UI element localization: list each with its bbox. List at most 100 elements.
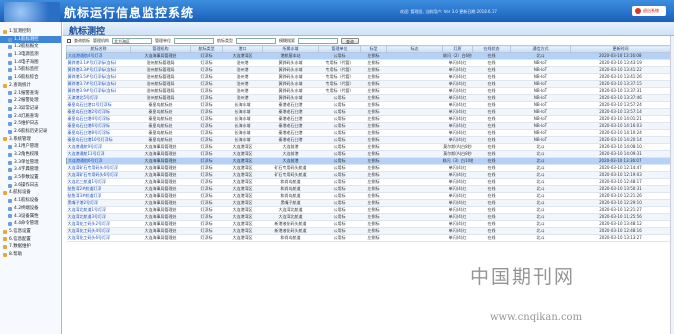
logout-button[interactable]: 退出系统 bbox=[632, 6, 666, 16]
table-row[interactable]: 大连湾化工码头2号灯浮 大连海事局管理处 灯浮标 大连港湾区 新港液化码头航道 公用标 左侧… bbox=[66, 220, 671, 228]
table-cell[interactable]: 大连港通航9号灯浮 bbox=[66, 143, 131, 151]
sidebar-item[interactable]: 3.1用户管理 bbox=[0, 143, 61, 151]
table-row[interactable]: 鲇鱼湾2#航道灯浮 大连海事局管理处 灯浮标 大连港湾区 和尚岛航道 公用标 左侧标 单闪(4… bbox=[66, 185, 671, 193]
table-row[interactable]: 秦皇岛石臼港口号灯浮标 秦皇岛航标处 灯浮标 长海水域 秦港老石臼港 公用标 左侧标 单闪(4… bbox=[66, 101, 671, 109]
sidebar-item[interactable]: 4.4命令管理 bbox=[0, 220, 61, 228]
sidebar-item[interactable]: 2.查询统计 bbox=[0, 82, 61, 90]
sidebar-item[interactable]: 3.4字典管理 bbox=[0, 166, 61, 174]
sidebar-item[interactable]: 2.1报警查询 bbox=[0, 90, 61, 98]
table-row[interactable]: 大连港通航6号灯浮 大连海事局管理处 灯浮标 大连港湾区 大连前港 公用标 左侧标 联闪（3）… bbox=[66, 157, 671, 165]
table-row[interactable]: 大连湾矿石专用码头4号灯浮 大连海事局管理处 灯浮标 大连港湾区 矿石专用码头航道 公用标… bbox=[66, 164, 671, 172]
sidebar-item[interactable]: 3.系统管理 bbox=[0, 136, 61, 144]
table-row[interactable]: 大连北三航道1号灯浮 大连海事局管理处 灯浮标 大连港湾区 和尚岛航道 公用标 左侧标 单闪(… bbox=[66, 178, 671, 186]
sidebar-item[interactable]: 8.帮助 bbox=[0, 251, 61, 259]
sidebar-item[interactable]: 2.6航标历史记录 bbox=[0, 128, 61, 136]
sidebar-item[interactable]: 4.3设备属性 bbox=[0, 213, 61, 221]
sidebar-item[interactable]: 1.2航标报文 bbox=[0, 43, 61, 51]
table-cell[interactable]: 大连湾化工码头6号灯浮 bbox=[66, 234, 131, 242]
column-header[interactable]: 港口 bbox=[222, 45, 263, 53]
sidebar-item[interactable]: 3.5参数设置 bbox=[0, 174, 61, 182]
sidebar-item[interactable]: 1.3电源监测 bbox=[0, 51, 61, 59]
table-cell[interactable]: 黄骅港3.9#号灯浮标(含标) bbox=[66, 87, 131, 95]
table-cell[interactable]: 大连北三航道1号灯浮 bbox=[66, 178, 131, 186]
table-row[interactable]: 鲇鱼湾3#航道灯浮 大连海事局管理处 灯浮标 大连港湾区 和尚岛航道 公用标 左侧标 单闪(4… bbox=[66, 192, 671, 200]
table-row[interactable]: 大连港通航9号灯浮 大连海事局管理处 灯浮标 大连港湾区 大连前港 公用标 左侧标 莫尔斯(A… bbox=[66, 143, 671, 151]
sidebar-item[interactable]: 4.1航标设备 bbox=[0, 197, 61, 205]
table-cell[interactable]: 黄骅港3.1#号灯浮标(含标) bbox=[66, 59, 131, 67]
table-row[interactable]: 大连港通航4号灯浮 大连海事局管理处 灯浮标 大连港湾区 港航基本站 公用标 左侧标 联闪（2… bbox=[66, 52, 671, 60]
type-select[interactable] bbox=[236, 37, 276, 44]
agency-select[interactable] bbox=[174, 37, 214, 44]
table-row[interactable]: 黄骅港3.9#号灯浮标(含标) 沧州航标管理局 灯浮标 沧州港 黄骅码头水域 专用标（代管… bbox=[66, 87, 671, 95]
table-cell[interactable]: 秦皇岛石臼港10号灯浮标 bbox=[66, 136, 131, 144]
table-cell[interactable]: 大连湾北航道1号灯浮 bbox=[66, 206, 131, 214]
sidebar-item[interactable]: 3.3单位管理 bbox=[0, 159, 61, 167]
table-cell[interactable]: 黑嘴子港2号灯浮 bbox=[66, 199, 131, 207]
table-row[interactable]: 大连湾化工码头4号灯浮 大连海事局管理处 灯浮标 大连港湾区 新港液化码头航道 公用标 左侧… bbox=[66, 227, 671, 235]
table-cell[interactable]: 大连港通航6号灯浮 bbox=[66, 157, 131, 165]
sidebar-item[interactable]: 7.数据维护 bbox=[0, 243, 61, 251]
table-cell[interactable]: 秦皇岛石臼港口号灯浮标 bbox=[66, 101, 131, 109]
table-cell[interactable]: 黄骅港3.3#号灯浮标(含标) bbox=[66, 66, 131, 74]
table-row[interactable]: 大连湾北航道1号灯浮 大连海事局管理处 灯浮标 大连港湾区 大连湾北航道 公用标 左侧标 单闪… bbox=[66, 206, 671, 214]
table-row[interactable]: 大连港通航11号灯浮 大连海事局管理处 灯浮标 大连港湾区 大连前港 公用标 左侧标 莫尔斯(… bbox=[66, 150, 671, 158]
column-header[interactable]: 灯质 bbox=[442, 45, 473, 53]
column-header[interactable]: 管理机构 bbox=[130, 45, 191, 53]
sidebar-item[interactable]: 2.5维护日志 bbox=[0, 120, 61, 128]
table-cell[interactable]: 大连湾化工码头2号灯浮 bbox=[66, 220, 131, 228]
table-row[interactable]: 大连湾化工码头6号灯浮 大连海事局管理处 灯浮标 大连港湾区 和尚岛航道 公用标 左侧标 单闪… bbox=[66, 234, 671, 242]
table-row[interactable]: 黄骅港3.1#号灯浮标(含标) 沧州航标管理局 灯浮标 沧州港 黄骅码头水域 专用标（代管… bbox=[66, 59, 671, 67]
sidebar-item[interactable]: 4.2终端设备 bbox=[0, 205, 61, 213]
sidebar-item[interactable]: 2.2报警处理 bbox=[0, 97, 61, 105]
table-row[interactable]: 秦皇岛石臼港8号灯浮标 秦皇岛航标处 灯浮标 长海水域 秦港老石臼港 公用标 左侧标 单闪(4… bbox=[66, 129, 671, 137]
sidebar-item[interactable]: 1.6航标综合 bbox=[0, 74, 61, 82]
table-cell[interactable]: 大连湾矿石专用码头6号灯浮 bbox=[66, 171, 131, 179]
column-header[interactable]: 航标类型 bbox=[190, 45, 223, 53]
sidebar-item[interactable]: 2.4灯质查询 bbox=[0, 113, 61, 121]
table-cell[interactable]: 大连港通航11号灯浮 bbox=[66, 150, 131, 158]
table-cell[interactable]: 黄骅港3.7#号灯浮标(含标) bbox=[66, 80, 131, 88]
table-row[interactable]: 黄骅港3.3#号灯浮标(含标) 沧州航标管理局 灯浮标 沧州港 黄骅码头水域 专用标（代管… bbox=[66, 66, 671, 74]
table-cell[interactable]: 秦皇岛石臼港6号灯浮标 bbox=[66, 122, 131, 130]
sidebar-item[interactable]: 6.信息配置 bbox=[0, 236, 61, 244]
table-row[interactable]: 大连湾北航道3号灯浮 大连海事局管理处 灯浮标 大连港湾区 大连湾北航道 公用标 左侧标 单闪… bbox=[66, 213, 671, 221]
sidebar-item[interactable]: 1.5航标监控 bbox=[0, 66, 61, 74]
name-search-input[interactable] bbox=[298, 37, 338, 44]
table-row[interactable]: 秦皇岛石臼港6号灯浮标 秦皇岛航标处 灯浮标 长海水域 秦港老石臼港 公用标 左侧标 单闪(4… bbox=[66, 122, 671, 130]
sidebar-item[interactable]: 5.信息设置 bbox=[0, 228, 61, 236]
table-row[interactable]: 天津港北5号灯浮 沧州航标管理局 灯浮标 沧州港 黄骅码头水域 公用标 左侧标 单闪(4)红在… bbox=[66, 94, 671, 102]
search-button[interactable]: 查询 bbox=[341, 37, 359, 44]
vertical-scrollbar[interactable] bbox=[670, 36, 674, 334]
sidebar-item[interactable]: 1.监测控制 bbox=[0, 28, 61, 36]
column-header[interactable]: 标志 bbox=[386, 45, 443, 53]
table-cell[interactable]: 大连港通航4号灯浮 bbox=[66, 52, 131, 60]
table-cell[interactable]: 秦皇岛石臼港2号灯浮标 bbox=[66, 108, 131, 116]
table-cell[interactable]: 天津港北5号灯浮 bbox=[66, 94, 131, 102]
table-cell[interactable]: 黄骅港3.5#号灯浮标(含标) bbox=[66, 73, 131, 81]
sidebar-item[interactable]: 3.6操作日志 bbox=[0, 182, 61, 190]
table-row[interactable]: 黄骅港3.7#号灯浮标(含标) 沧州航标管理局 灯浮标 沧州港 黄骅码头水域 专用标（代管… bbox=[66, 80, 671, 88]
table-cell[interactable]: 秦皇岛石臼港4号灯浮标 bbox=[66, 115, 131, 123]
column-header[interactable]: 通信方式 bbox=[510, 45, 571, 53]
table-cell[interactable]: 秦皇岛石臼港8号灯浮标 bbox=[66, 129, 131, 137]
table-cell[interactable]: 鲇鱼湾3#航道灯浮 bbox=[66, 192, 131, 200]
query-checkbox[interactable] bbox=[67, 38, 71, 43]
table-row[interactable]: 秦皇岛石臼港2号灯浮标 秦皇岛航标处 灯浮标 长海水域 秦港老石臼港 公用标 左侧标 单闪(4… bbox=[66, 108, 671, 116]
table-cell[interactable]: 鲇鱼湾2#航道灯浮 bbox=[66, 185, 131, 193]
table-cell[interactable]: 大连湾矿石专用码头4号灯浮 bbox=[66, 164, 131, 172]
column-header[interactable]: 在线状态 bbox=[472, 45, 511, 53]
sidebar-item[interactable]: 1.1航标测控 bbox=[0, 35, 61, 44]
dept-select[interactable]: 北方海区 bbox=[112, 37, 152, 44]
table-row[interactable]: 秦皇岛石臼港10号灯浮标 秦皇岛航标处 灯浮标 长海水域 秦港老石臼港 公用标 左侧标 单闪(… bbox=[66, 136, 671, 144]
table-row[interactable]: 黄骅港3.5#号灯浮标(含标) 沧州航标管理局 灯浮标 沧州港 黄骅码头水域 专用标（代管… bbox=[66, 73, 671, 81]
column-header[interactable]: 标型 bbox=[360, 45, 387, 53]
table-row[interactable]: 黑嘴子港2号灯浮 大连海事局管理处 灯浮标 大连港湾区 黑嘴子航道 公用标 左侧标 单闪(4)… bbox=[66, 199, 671, 207]
column-header[interactable]: 管理单位 bbox=[318, 45, 361, 53]
table-cell[interactable]: 大连湾化工码头4号灯浮 bbox=[66, 227, 131, 235]
sidebar-item[interactable]: 3.2角色权限 bbox=[0, 151, 61, 159]
sidebar-item[interactable]: 1.4电子海图 bbox=[0, 59, 61, 67]
table-cell[interactable]: 大连湾北航道3号灯浮 bbox=[66, 213, 131, 221]
sidebar-item[interactable]: 2.3异常记录 bbox=[0, 105, 61, 113]
sidebar-item[interactable]: 4.航标设备 bbox=[0, 189, 61, 197]
column-header[interactable]: 航标名称 bbox=[66, 45, 131, 53]
